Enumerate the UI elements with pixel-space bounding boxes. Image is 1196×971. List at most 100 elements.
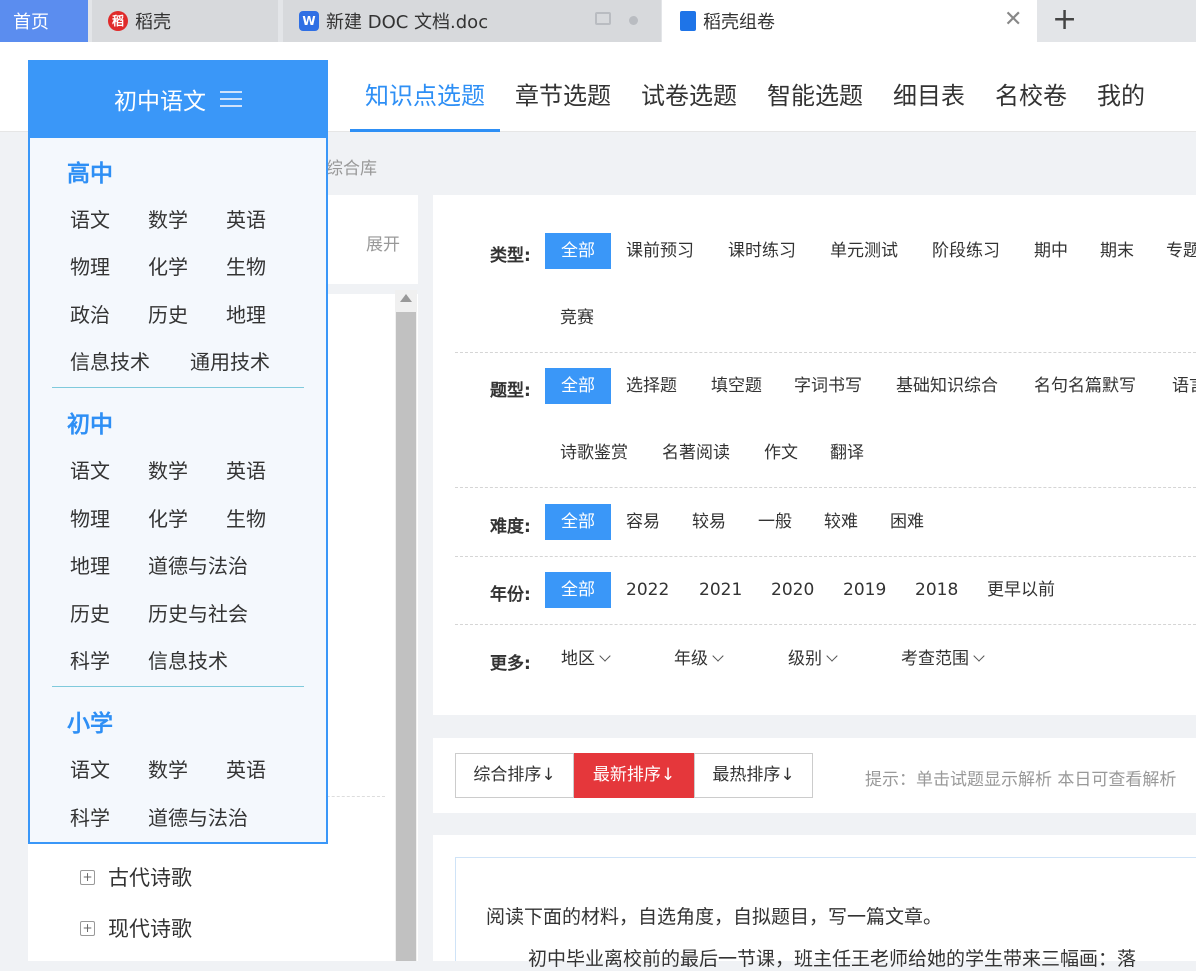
difficulty-option[interactable]: 较难 bbox=[824, 504, 858, 540]
tab-daoke[interactable]: 稻 稻壳 bbox=[92, 0, 278, 42]
subject-senior-politics[interactable]: 政治 bbox=[70, 299, 110, 328]
type-option[interactable]: 课时练习 bbox=[728, 233, 796, 269]
subject-junior-history[interactable]: 历史 bbox=[70, 598, 110, 627]
type-option[interactable]: 专题 bbox=[1166, 233, 1196, 269]
year-option[interactable]: 2019 bbox=[843, 572, 886, 608]
subject-junior-geography[interactable]: 地理 bbox=[70, 550, 110, 579]
subject-junior-science[interactable]: 科学 bbox=[70, 645, 110, 674]
nav-paper[interactable]: 试卷选题 bbox=[626, 42, 752, 132]
year-option[interactable]: 2018 bbox=[915, 572, 958, 608]
subject-junior-english[interactable]: 英语 bbox=[226, 455, 266, 484]
chevron-down-icon bbox=[826, 650, 838, 662]
year-option[interactable]: 2021 bbox=[699, 572, 742, 608]
subject-selector[interactable]: 初中语文 bbox=[28, 60, 328, 138]
difficulty-option[interactable]: 一般 bbox=[758, 504, 792, 540]
tree-item-modern-poetry[interactable]: + 现代诗歌 bbox=[80, 913, 192, 943]
sort-comprehensive-button[interactable]: 综合排序↓ bbox=[455, 753, 574, 798]
subject-senior-chinese[interactable]: 语文 bbox=[70, 204, 110, 233]
difficulty-option[interactable]: 容易 bbox=[626, 504, 660, 540]
filter-divider bbox=[455, 352, 1196, 353]
type-option[interactable]: 期中 bbox=[1034, 233, 1068, 269]
dropdown-region[interactable]: 地区 bbox=[561, 641, 611, 677]
expand-button[interactable]: 展开 bbox=[366, 230, 400, 255]
subject-primary-math[interactable]: 数学 bbox=[148, 754, 188, 783]
sort-newest-button[interactable]: 最新排序↓ bbox=[574, 753, 694, 798]
breadcrumb[interactable]: 综合库 bbox=[326, 154, 377, 179]
tab-zujuan[interactable]: 稻壳组卷 ✕ bbox=[662, 0, 1037, 42]
subject-junior-physics[interactable]: 物理 bbox=[70, 503, 110, 532]
monitor-icon[interactable] bbox=[595, 12, 611, 25]
qtype-option[interactable]: 语言 bbox=[1172, 368, 1196, 404]
qtype-option[interactable]: 选择题 bbox=[626, 368, 677, 404]
year-option[interactable]: 2022 bbox=[626, 572, 669, 608]
qtype-option[interactable]: 字词书写 bbox=[794, 368, 862, 404]
difficulty-option-all[interactable]: 全部 bbox=[545, 504, 611, 540]
subject-junior-history-society[interactable]: 历史与社会 bbox=[148, 598, 248, 627]
year-option[interactable]: 2020 bbox=[771, 572, 814, 608]
subject-senior-biology[interactable]: 生物 bbox=[226, 251, 266, 280]
scroll-up-icon[interactable] bbox=[400, 294, 412, 302]
qtype-option-all[interactable]: 全部 bbox=[545, 368, 611, 404]
qtype-option[interactable]: 诗歌鉴赏 bbox=[560, 435, 628, 471]
menu-icon[interactable] bbox=[220, 91, 242, 107]
subject-junior-chinese[interactable]: 语文 bbox=[70, 455, 110, 484]
year-option[interactable]: 更早以前 bbox=[987, 572, 1055, 608]
qtype-option[interactable]: 填空题 bbox=[711, 368, 762, 404]
dropdown-grade[interactable]: 年级 bbox=[674, 641, 724, 677]
current-subject: 初中语文 bbox=[114, 89, 206, 115]
filter-more-label: 更多: bbox=[490, 654, 531, 674]
section-divider bbox=[52, 686, 304, 687]
subject-junior-biology[interactable]: 生物 bbox=[226, 503, 266, 532]
scrollbar-thumb[interactable] bbox=[396, 312, 416, 961]
nav-mine[interactable]: 我的 bbox=[1082, 42, 1160, 132]
nav-smart[interactable]: 智能选题 bbox=[752, 42, 878, 132]
subject-senior-history[interactable]: 历史 bbox=[148, 299, 188, 328]
dropdown-scope[interactable]: 考查范围 bbox=[901, 641, 985, 677]
subject-junior-it[interactable]: 信息技术 bbox=[148, 645, 228, 674]
close-tab-icon[interactable]: ✕ bbox=[1004, 9, 1022, 31]
difficulty-option[interactable]: 较易 bbox=[692, 504, 726, 540]
tree-item-ancient-poetry[interactable]: + 古代诗歌 bbox=[80, 862, 192, 892]
tab-doc[interactable]: W 新建 DOC 文档.doc bbox=[283, 0, 661, 42]
type-option[interactable]: 竞赛 bbox=[560, 300, 594, 336]
subject-senior-it[interactable]: 信息技术 bbox=[70, 346, 150, 375]
type-option[interactable]: 课前预习 bbox=[626, 233, 694, 269]
qtype-option[interactable]: 翻译 bbox=[830, 435, 864, 471]
subject-senior-math[interactable]: 数学 bbox=[148, 204, 188, 233]
sort-hottest-button[interactable]: 最热排序↓ bbox=[694, 753, 813, 798]
new-tab-icon[interactable]: + bbox=[1052, 4, 1077, 36]
nav-chapter[interactable]: 章节选题 bbox=[500, 42, 626, 132]
qtype-option[interactable]: 名句名篇默写 bbox=[1034, 368, 1136, 404]
section-senior-high: 高中 bbox=[67, 161, 113, 187]
subject-senior-physics[interactable]: 物理 bbox=[70, 251, 110, 280]
difficulty-option[interactable]: 困难 bbox=[890, 504, 924, 540]
subject-senior-general-tech[interactable]: 通用技术 bbox=[190, 346, 270, 375]
qtype-option[interactable]: 基础知识综合 bbox=[896, 368, 998, 404]
nav-famous-school[interactable]: 名校卷 bbox=[980, 42, 1082, 132]
dropdown-level[interactable]: 级别 bbox=[788, 641, 838, 677]
subject-primary-science[interactable]: 科学 bbox=[70, 802, 110, 831]
subject-primary-english[interactable]: 英语 bbox=[226, 754, 266, 783]
type-option[interactable]: 阶段练习 bbox=[932, 233, 1000, 269]
subject-senior-english[interactable]: 英语 bbox=[226, 204, 266, 233]
subject-junior-math[interactable]: 数学 bbox=[148, 455, 188, 484]
subject-senior-geography[interactable]: 地理 bbox=[226, 299, 266, 328]
nav-detail-table[interactable]: 细目表 bbox=[878, 42, 980, 132]
subject-junior-chemistry[interactable]: 化学 bbox=[148, 503, 188, 532]
qtype-option[interactable]: 作文 bbox=[764, 435, 798, 471]
type-option-all[interactable]: 全部 bbox=[545, 233, 611, 269]
subject-junior-morality-law[interactable]: 道德与法治 bbox=[148, 550, 248, 579]
type-option[interactable]: 单元测试 bbox=[830, 233, 898, 269]
type-option[interactable]: 期末 bbox=[1100, 233, 1134, 269]
year-option-all[interactable]: 全部 bbox=[545, 572, 611, 608]
subject-primary-chinese[interactable]: 语文 bbox=[70, 754, 110, 783]
subject-senior-chemistry[interactable]: 化学 bbox=[148, 251, 188, 280]
nav-knowledge[interactable]: 知识点选题 bbox=[350, 42, 500, 132]
question-card[interactable]: 阅读下面的材料，自选角度，自拟题目，写一篇文章。 初中毕业离校前的最后一节课，班… bbox=[455, 857, 1196, 970]
expand-plus-icon[interactable]: + bbox=[80, 920, 95, 936]
expand-plus-icon[interactable]: + bbox=[80, 869, 95, 885]
qtype-option[interactable]: 名著阅读 bbox=[662, 435, 730, 471]
tab-home[interactable]: 首页 bbox=[0, 0, 88, 42]
filter-divider bbox=[455, 624, 1196, 625]
subject-primary-morality-law[interactable]: 道德与法治 bbox=[148, 802, 248, 831]
